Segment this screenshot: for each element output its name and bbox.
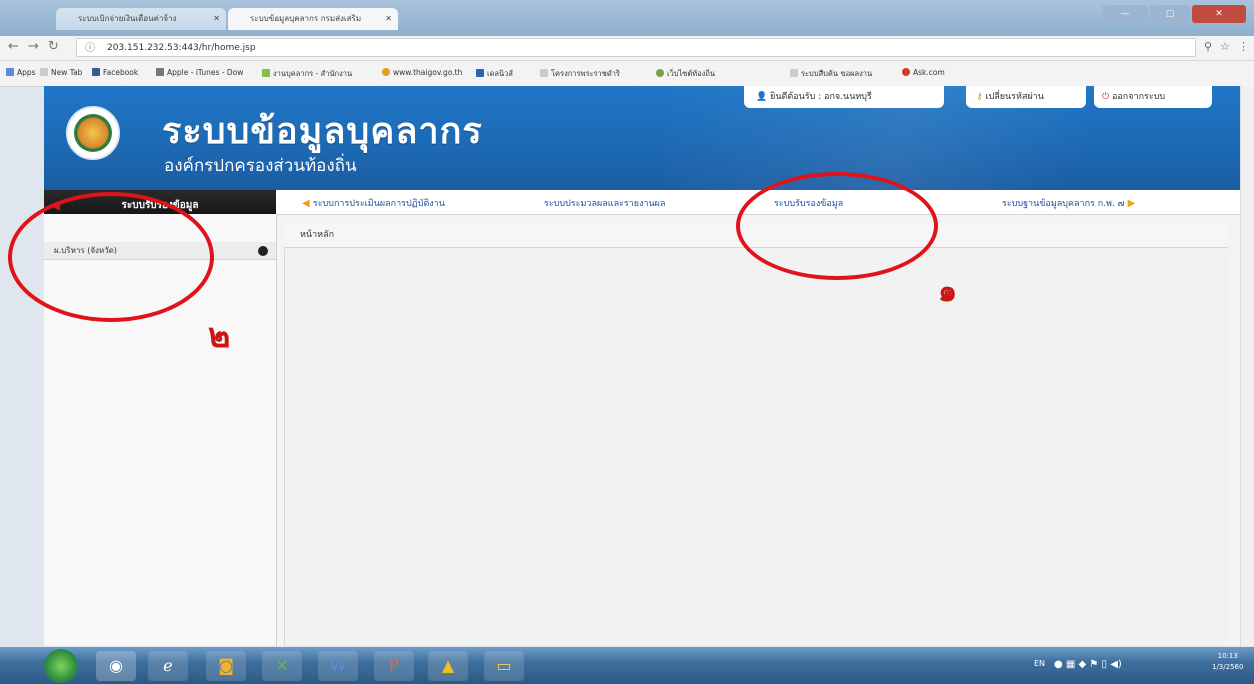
tab-label: ระบบเบิกจ่ายเงินเดือนค่าจ้าง xyxy=(78,14,177,23)
welcome-user: 👤 ยินดีต้อนรับ : อกจ.นนทบุรี xyxy=(744,86,944,108)
menu-item-processing[interactable]: ระบบประมวลผลและรายงานผล xyxy=(544,196,665,210)
tray-icons[interactable]: ● ▦ ◆ ⚑ ▯ ◀) xyxy=(1054,659,1122,670)
folder-icon[interactable]: ▭ xyxy=(484,651,524,681)
page-icon xyxy=(790,69,798,77)
back-icon[interactable]: ← xyxy=(8,39,19,54)
bookmark-hr[interactable]: งานบุคลากร - สำนักงาน xyxy=(262,68,352,80)
site-icon xyxy=(476,69,484,77)
expand-icon[interactable] xyxy=(258,246,268,256)
site-icon xyxy=(262,69,270,77)
apple-icon xyxy=(156,68,164,76)
browser-tab-2[interactable]: ระบบข้อมูลบุคลากร กรมส่งเสริม ✕ xyxy=(228,8,398,30)
site-icon xyxy=(382,68,390,76)
menu-item-database[interactable]: ระบบฐานข้อมูลบุคลากร ก.พ. ๗ ▶ xyxy=(1002,196,1135,210)
site-icon xyxy=(656,69,664,77)
bookmark-search[interactable]: ระบบสืบค้น ขอผลงาน xyxy=(790,68,872,80)
site-title: ระบบข้อมูลบุคลากร xyxy=(162,111,483,152)
apps-icon xyxy=(6,68,14,76)
page-icon xyxy=(40,68,48,76)
main-menu: ◀ ระบบรับรองข้อมูล ◀ ระบบการประเมินผลการ… xyxy=(44,190,1240,222)
close-window-button[interactable]: ✕ xyxy=(1192,5,1246,23)
arrow-left-icon[interactable]: ◀ xyxy=(302,198,313,209)
dla-logo xyxy=(66,106,120,160)
change-password-link[interactable]: ⚷ เปลี่ยนรหัสผ่าน xyxy=(966,86,1086,108)
annotation-number-1: ๑ xyxy=(938,274,958,309)
taskbar: ◉ ℯ ◙ ✕ W P ▲ ▭ EN ● ▦ ◆ ⚑ ▯ ◀) 10:13 1/… xyxy=(0,647,1254,684)
close-icon[interactable]: ✕ xyxy=(213,8,220,30)
drive-icon[interactable]: ▲ xyxy=(428,651,468,681)
site-subtitle: องค์กรปกครองส่วนท้องถิ่น xyxy=(164,156,357,176)
bookmark-local[interactable]: เว็บไซต์ท้องถิ่น xyxy=(656,68,715,80)
maximize-button[interactable]: ▢ xyxy=(1150,5,1190,23)
translate-icon[interactable]: ⚲ xyxy=(1204,40,1212,53)
page-icon xyxy=(540,69,548,77)
bookmark-apple[interactable]: Apple - iTunes - Dow xyxy=(156,68,243,77)
close-icon[interactable]: ✕ xyxy=(385,8,392,30)
ie-icon[interactable]: ℯ xyxy=(148,651,188,681)
menu-item-evaluation[interactable]: ◀ ระบบการประเมินผลการปฏิบัติงาน xyxy=(302,196,445,210)
bookmark-star-icon[interactable]: ☆ xyxy=(1220,40,1230,53)
logout-link[interactable]: ⏻ ออกจากระบบ xyxy=(1094,86,1212,108)
outlook-icon[interactable]: ◙ xyxy=(206,651,246,681)
start-button[interactable] xyxy=(44,649,78,683)
annotation-circle-2 xyxy=(8,192,214,322)
forward-icon[interactable]: → xyxy=(28,39,39,54)
tab-label: ระบบข้อมูลบุคลากร กรมส่งเสริม xyxy=(250,14,362,23)
bookmark-dailynews[interactable]: เดลนิวส์ xyxy=(476,68,513,80)
language-indicator[interactable]: EN xyxy=(1034,659,1045,668)
menu-icon[interactable]: ⋮ xyxy=(1238,40,1249,53)
ask-icon xyxy=(902,68,910,76)
excel-icon[interactable]: ✕ xyxy=(262,651,302,681)
info-icon: ⓘ xyxy=(85,43,95,54)
chrome-icon[interactable]: ◉ xyxy=(96,651,136,681)
arrow-right-icon[interactable]: ▶ xyxy=(1124,198,1136,209)
user-icon: 👤 xyxy=(756,92,771,102)
scrollbar[interactable] xyxy=(1240,86,1254,646)
bookmark-thaigov[interactable]: www.thaigov.go.th xyxy=(382,68,462,77)
annotation-circle-1 xyxy=(736,172,938,280)
url-text: 203.151.232.53:443/hr/home.jsp xyxy=(107,43,256,53)
site-header: ระบบข้อมูลบุคลากร องค์กรปกครองส่วนท้องถิ… xyxy=(44,86,1240,190)
reload-icon[interactable]: ↻ xyxy=(48,39,59,54)
address-bar-area: ← → ↻ ⓘ 203.151.232.53:443/hr/home.jsp ⚲… xyxy=(0,36,1254,61)
powerpoint-icon[interactable]: P xyxy=(374,651,414,681)
web-page: ระบบข้อมูลบุคลากร องค์กรปกครองส่วนท้องถิ… xyxy=(44,86,1240,646)
content-area xyxy=(284,249,1229,646)
browser-titlebar: ระบบเบิกจ่ายเงินเดือนค่าจ้าง ✕ ระบบข้อมู… xyxy=(0,0,1254,36)
minimize-button[interactable]: — xyxy=(1102,5,1148,23)
word-icon[interactable]: W xyxy=(318,651,358,681)
facebook-icon xyxy=(92,68,100,76)
browser-tab-1[interactable]: ระบบเบิกจ่ายเงินเดือนค่าจ้าง ✕ xyxy=(56,8,226,30)
bookmark-facebook[interactable]: Facebook xyxy=(92,68,138,77)
bookmark-ask[interactable]: Ask.com xyxy=(902,68,945,77)
power-icon: ⏻ xyxy=(1102,92,1112,102)
annotation-number-2: ๒ xyxy=(208,316,231,356)
url-input[interactable]: ⓘ 203.151.232.53:443/hr/home.jsp xyxy=(76,38,1196,57)
bookmarks-bar: Apps New Tab Facebook Apple - iTunes - D… xyxy=(0,61,1254,87)
bookmark-apps[interactable]: Apps xyxy=(6,68,36,77)
bookmark-newtab[interactable]: New Tab xyxy=(40,68,82,77)
bookmark-royal[interactable]: โครงการพระราชดำริ xyxy=(540,68,620,80)
clock[interactable]: 10:13 1/3/2560 xyxy=(1212,651,1243,673)
